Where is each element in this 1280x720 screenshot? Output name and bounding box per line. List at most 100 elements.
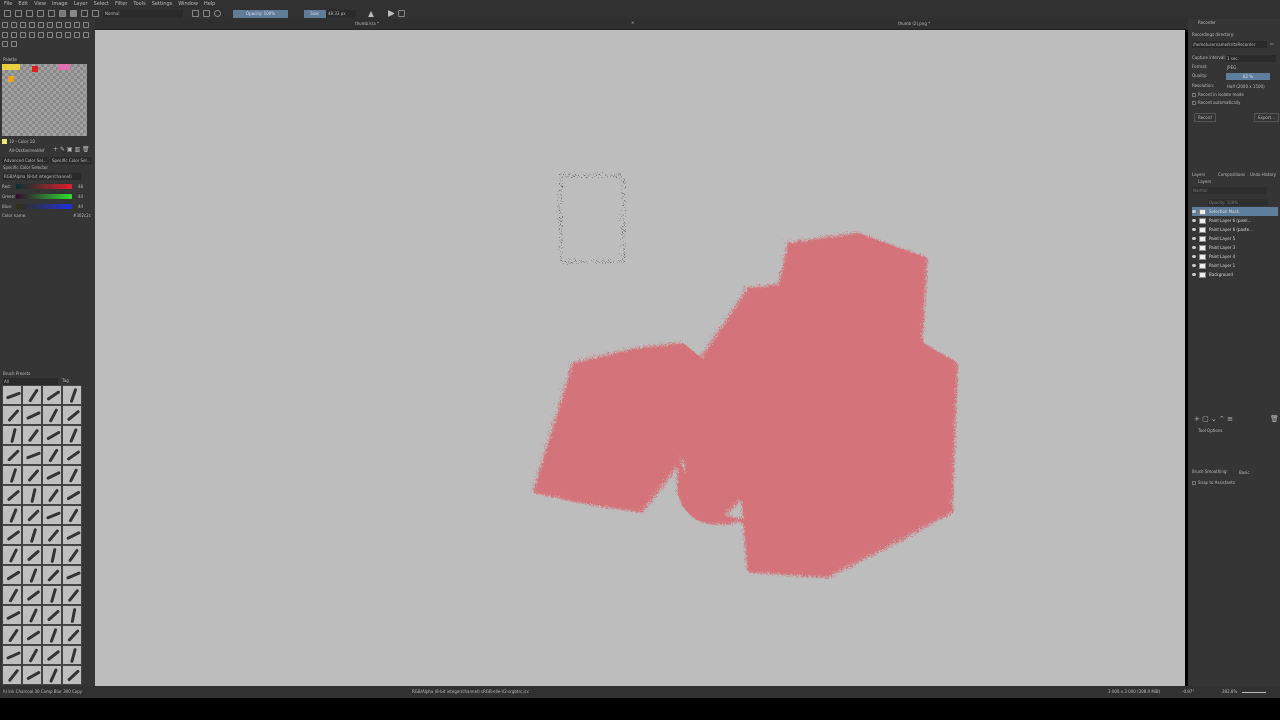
- brush-preset-thumb[interactable]: [2, 485, 22, 505]
- visibility-icon[interactable]: [1192, 255, 1196, 258]
- brush-preset-thumb[interactable]: [42, 465, 62, 485]
- visibility-icon[interactable]: [1192, 264, 1196, 267]
- quality-slider[interactable]: 82 %: [1226, 73, 1270, 80]
- layer-row[interactable]: Selection Mask: [1192, 207, 1278, 216]
- red-slider[interactable]: [16, 184, 72, 189]
- palette-current[interactable]: 10 - Color 10: [9, 139, 35, 144]
- blue-slider[interactable]: [16, 204, 72, 209]
- tool-icon[interactable]: [83, 31, 89, 38]
- brush-preset-thumb[interactable]: [2, 645, 22, 665]
- wrap-around-icon[interactable]: [398, 10, 405, 17]
- brush-preset-thumb[interactable]: [22, 505, 42, 525]
- brush-preset-thumb[interactable]: [62, 485, 82, 505]
- resolution-select[interactable]: Half (2000 x 1500): [1226, 83, 1266, 90]
- tool-icon[interactable]: [38, 31, 44, 38]
- brush-preset-thumb[interactable]: [42, 445, 62, 465]
- tool-icon[interactable]: [20, 31, 26, 38]
- color-name-field[interactable]: #302c2c: [73, 213, 91, 218]
- tab-layers[interactable]: Layers: [1192, 172, 1205, 177]
- brush-preset-thumb[interactable]: [62, 665, 82, 685]
- tool-icon[interactable]: [74, 22, 80, 28]
- tool-icon[interactable]: [11, 22, 17, 28]
- tool-icon[interactable]: [56, 31, 62, 38]
- brush-preset-thumb[interactable]: [22, 545, 42, 565]
- tool-icon[interactable]: [11, 31, 17, 38]
- brush-preset-thumb[interactable]: [22, 465, 42, 485]
- rotation[interactable]: -0.97°: [1182, 689, 1194, 694]
- tab-advanced-color-selector[interactable]: Advanced Color Sel...: [2, 157, 49, 164]
- brush-preset-thumb[interactable]: [2, 585, 22, 605]
- tool-icon[interactable]: [65, 31, 71, 38]
- layer-row[interactable]: Paint Layer 3: [1192, 243, 1278, 252]
- format-select[interactable]: JPEG: [1226, 64, 1276, 71]
- brush-preset-thumb[interactable]: [2, 445, 22, 465]
- visibility-icon[interactable]: [1192, 273, 1196, 276]
- tool-icon[interactable]: [47, 31, 53, 38]
- brush-preset-thumb[interactable]: [22, 665, 42, 685]
- brush-preset-thumb[interactable]: [42, 585, 62, 605]
- brush-preset-thumb[interactable]: [42, 565, 62, 585]
- opacity-slider[interactable]: Opacity: 100%: [233, 9, 288, 18]
- brush-preset-thumb[interactable]: [22, 425, 42, 445]
- tool-icon[interactable]: [29, 22, 35, 28]
- redo-icon[interactable]: [48, 10, 55, 17]
- brush-preset-thumb[interactable]: [22, 625, 42, 645]
- visibility-icon[interactable]: [1192, 246, 1196, 249]
- tool-icon[interactable]: [47, 22, 53, 28]
- brush-preset-thumb[interactable]: [42, 665, 62, 685]
- tab-undo-history[interactable]: Undo History: [1250, 172, 1276, 177]
- brush-filter-select[interactable]: All: [3, 378, 58, 385]
- brush-preset-thumb[interactable]: [22, 405, 42, 425]
- tool-icon[interactable]: [11, 41, 17, 48]
- menu-help[interactable]: Help: [204, 1, 215, 7]
- brush-preset-thumb[interactable]: [22, 445, 42, 465]
- tab-thumb-png[interactable]: thumb (2).png *: [898, 21, 930, 26]
- brush-preset-thumb[interactable]: [42, 525, 62, 545]
- brush-preset-thumb[interactable]: [42, 405, 62, 425]
- isolate-mode-checkbox[interactable]: Record in isolate mode: [1192, 92, 1244, 97]
- reload-icon[interactable]: [214, 10, 221, 17]
- record-button[interactable]: Record: [1194, 113, 1216, 122]
- open-icon[interactable]: [15, 10, 22, 17]
- brush-preset-thumb[interactable]: [62, 605, 82, 625]
- brush-preset-thumb[interactable]: [62, 465, 82, 485]
- eraser-icon[interactable]: [192, 10, 199, 17]
- brush-preset-thumb[interactable]: [62, 525, 82, 545]
- brush-preset-thumb[interactable]: [22, 645, 42, 665]
- tool-icon[interactable]: [2, 22, 8, 28]
- pattern-icon[interactable]: [70, 10, 77, 17]
- tab-specific-color-selector[interactable]: Specific Color Sel...: [50, 157, 93, 164]
- brush-tag-button[interactable]: Tag: [62, 378, 69, 383]
- layer-blend-select[interactable]: Normal: [1192, 187, 1267, 194]
- brush-preset-thumb[interactable]: [2, 525, 22, 545]
- visibility-icon[interactable]: [1192, 228, 1196, 231]
- menu-file[interactable]: File: [4, 1, 12, 7]
- brush-preset-thumb[interactable]: [2, 405, 22, 425]
- tool-icon[interactable]: [74, 31, 80, 38]
- gradient-icon[interactable]: [59, 10, 66, 17]
- brush-preset-thumb[interactable]: [62, 405, 82, 425]
- brush-preset-thumb[interactable]: [22, 485, 42, 505]
- menu-tools[interactable]: Tools: [133, 1, 145, 7]
- canvas[interactable]: [95, 30, 1185, 686]
- tool-icon[interactable]: [2, 41, 8, 48]
- new-document-icon[interactable]: [4, 10, 11, 17]
- brush-preset-thumb[interactable]: [42, 505, 62, 525]
- blend-mode-select[interactable]: Normal: [103, 9, 183, 18]
- brush-preset-thumb[interactable]: [2, 505, 22, 525]
- recordings-dir-field[interactable]: /home/username/kritaRecorder: [1192, 41, 1267, 48]
- palette-actions[interactable]: + ✎ ▣ ▥ 🗑: [53, 146, 90, 153]
- brush-preset-thumb[interactable]: [42, 605, 62, 625]
- size-value[interactable]: 48.33 px: [326, 9, 356, 18]
- brush-preset-thumb[interactable]: [62, 445, 82, 465]
- snap-to-assistants-checkbox[interactable]: Snap to Assistants: [1192, 480, 1235, 485]
- brush-preset-thumb[interactable]: [2, 425, 22, 445]
- brush-preset-thumb[interactable]: [62, 505, 82, 525]
- brush-preset-thumb[interactable]: [62, 645, 82, 665]
- layer-row[interactable]: Paint Layer 4: [1192, 252, 1278, 261]
- blue-value[interactable]: 44: [78, 204, 83, 209]
- layer-row[interactable]: Background: [1192, 270, 1278, 279]
- brush-preset-thumb[interactable]: [22, 525, 42, 545]
- layer-row[interactable]: Paint Layer 1: [1192, 261, 1278, 270]
- brush-preset-thumb[interactable]: [2, 545, 22, 565]
